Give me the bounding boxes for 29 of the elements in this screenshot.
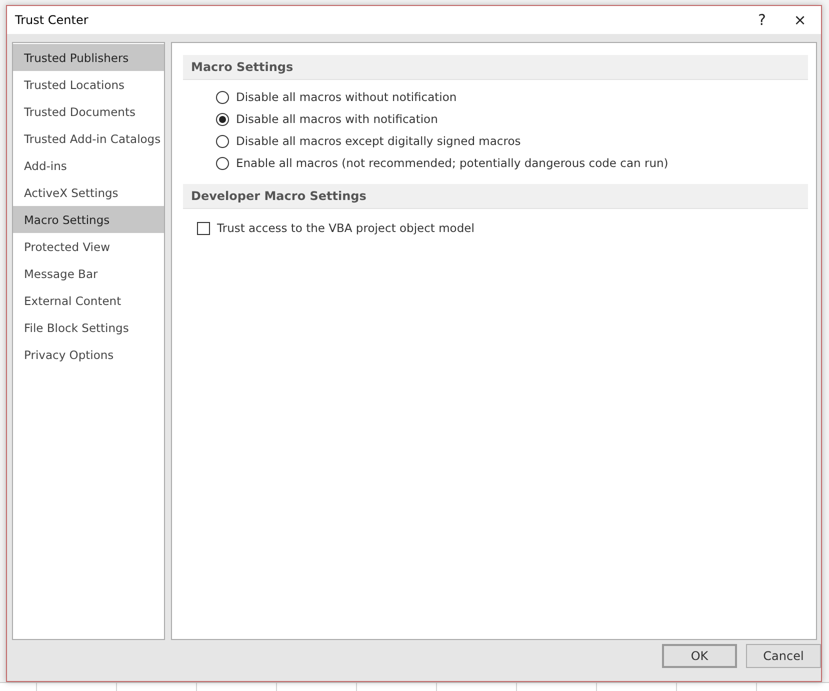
sidebar-item[interactable]: Protected View: [13, 233, 164, 260]
sidebar-item[interactable]: External Content: [13, 287, 164, 314]
sidebar-item[interactable]: ActiveX Settings: [13, 179, 164, 206]
sidebar-item[interactable]: Macro Settings: [13, 206, 164, 233]
radio-button[interactable]: [216, 134, 229, 148]
sidebar-item[interactable]: Privacy Options: [13, 341, 164, 368]
section-header: Developer Macro Settings: [183, 184, 808, 209]
sidebar-item[interactable]: Add-ins: [13, 152, 164, 179]
sidebar-item[interactable]: File Block Settings: [13, 314, 164, 341]
section-header: Macro Settings: [183, 55, 808, 80]
option-label: Disable all macros with notification: [236, 112, 438, 126]
sidebar-item[interactable]: Message Bar: [13, 260, 164, 287]
option-label: Disable all macros without notification: [236, 90, 457, 104]
option-label: Enable all macros (not recommended; potentially dangerous code can run): [236, 156, 668, 170]
option-label: Disable all macros except digitally signed macros: [236, 134, 521, 148]
sidebar-item[interactable]: Trusted Locations: [13, 71, 164, 98]
cancel-button[interactable]: Cancel: [746, 644, 821, 668]
option-label: Trust access to the VBA project object model: [217, 221, 474, 235]
radio-button[interactable]: [216, 156, 229, 170]
radio-button[interactable]: [216, 90, 229, 104]
ok-button[interactable]: OK: [662, 644, 737, 668]
sidebar-item[interactable]: Trusted Documents: [13, 98, 164, 125]
help-button[interactable]: ?: [745, 7, 779, 33]
sidebar-item[interactable]: Trusted Add-in Catalogs: [13, 125, 164, 152]
radio-button[interactable]: [216, 112, 229, 126]
checkbox[interactable]: [197, 222, 210, 234]
sidebar-item[interactable]: Trusted Publishers: [13, 44, 164, 71]
window-title: Trust Center: [15, 13, 90, 27]
close-button[interactable]: ×: [783, 7, 817, 33]
